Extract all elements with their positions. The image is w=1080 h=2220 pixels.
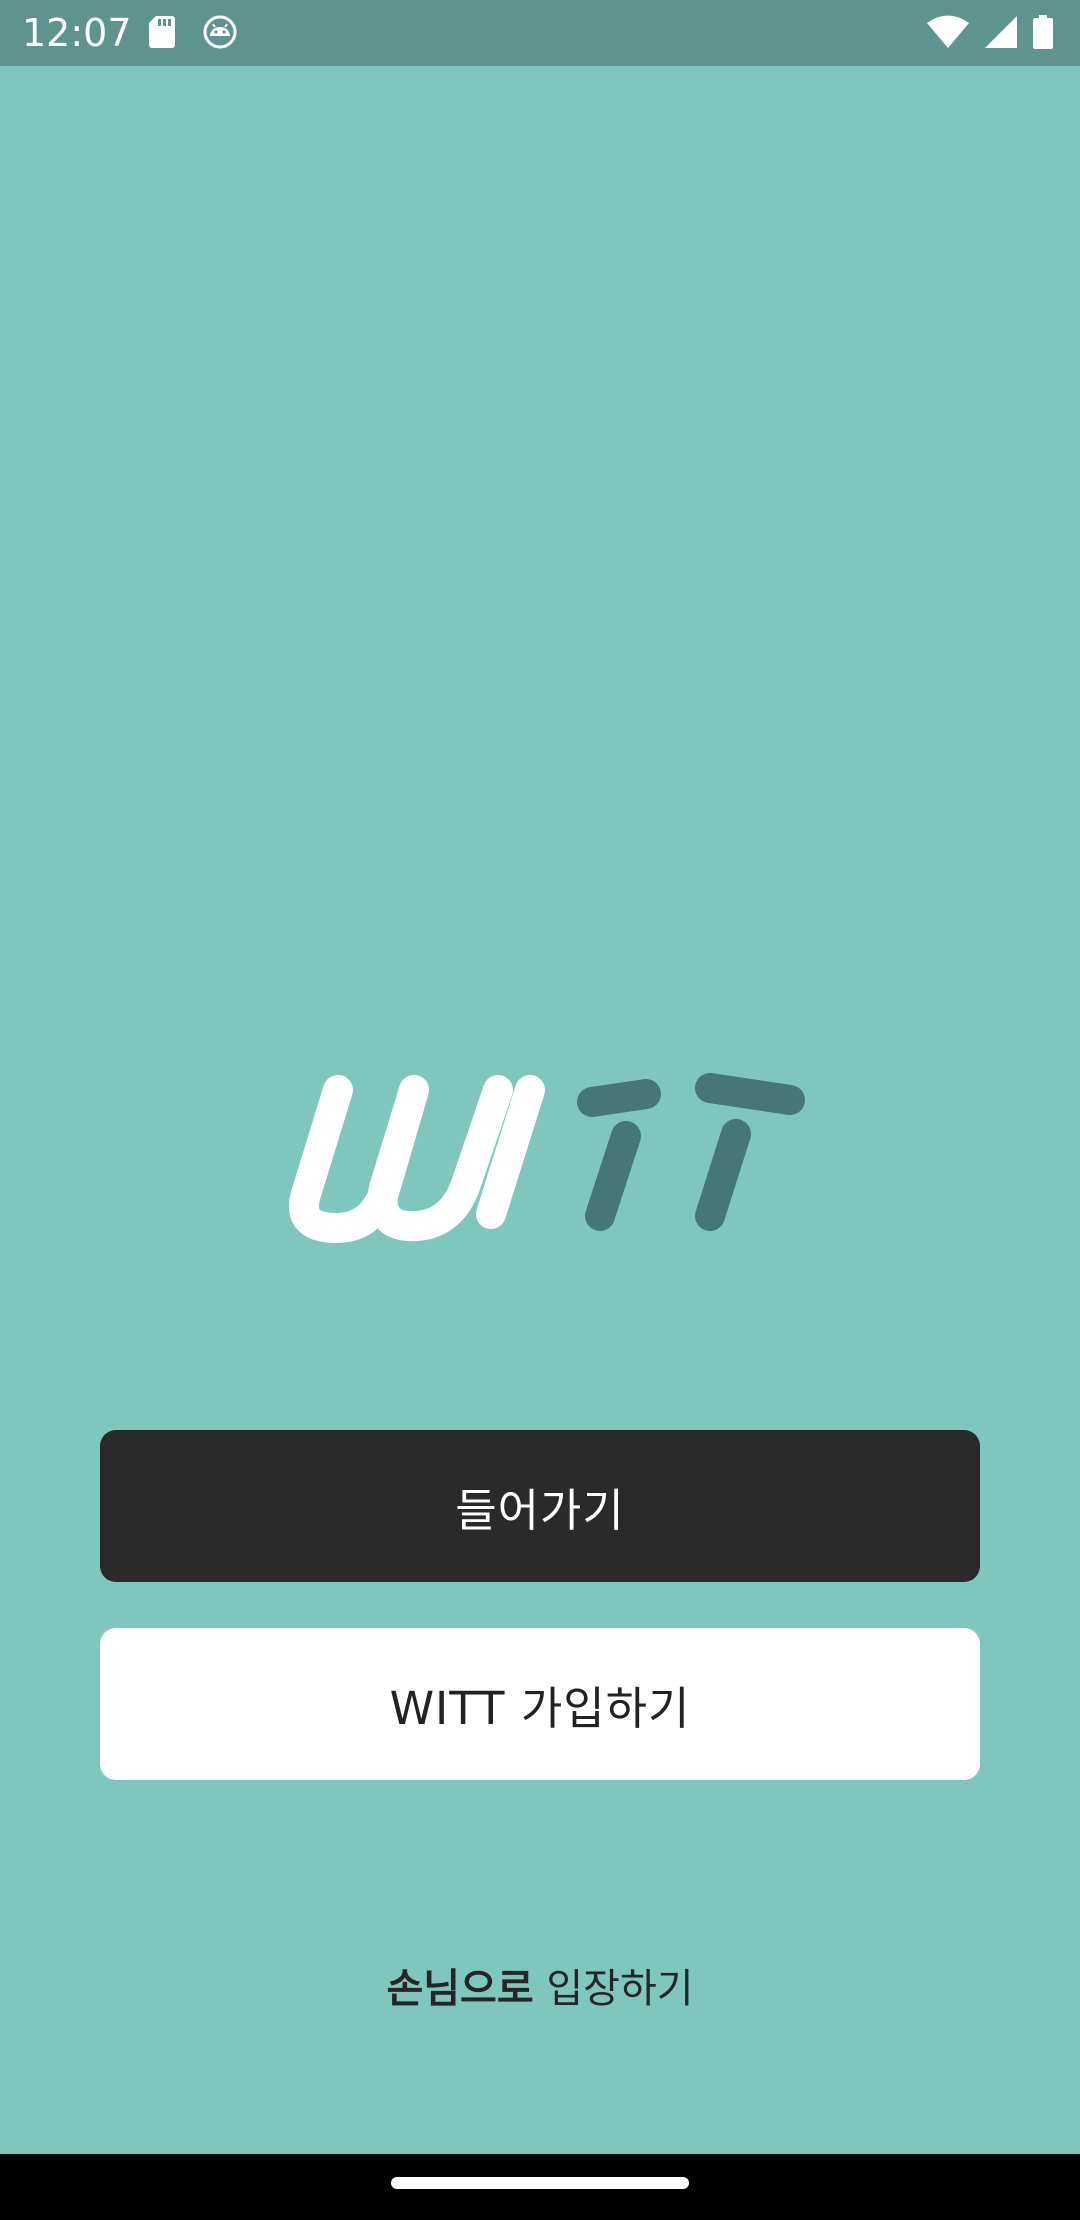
login-screen: 12:07 들어가기 WITT 가입하기 손님으로 입장하기 [0,0,1080,2220]
status-left-icons [148,14,238,50]
android-debug-icon [202,14,238,50]
cellular-signal-icon [984,14,1018,50]
battery-icon [1032,14,1054,50]
signup-button-label: WITT 가입하기 [389,1681,691,1735]
guest-entry-bold-text: 손님으로 [386,1966,534,2012]
guest-entry-link[interactable]: 손님으로 입장하기 [0,1956,1080,2014]
enter-button-label: 들어가기 [455,1483,625,1537]
signup-button[interactable]: WITT 가입하기 [100,1628,980,1780]
status-right-icons [926,14,1054,50]
home-indicator[interactable] [391,2177,689,2189]
sd-card-icon [148,14,176,50]
witt-logo [289,1073,805,1243]
guest-entry-text: 입장하기 [533,1966,694,2012]
wifi-icon [926,14,970,50]
status-bar: 12:07 [0,0,1080,66]
status-time: 12:07 [22,11,132,55]
enter-button[interactable]: 들어가기 [100,1430,980,1582]
